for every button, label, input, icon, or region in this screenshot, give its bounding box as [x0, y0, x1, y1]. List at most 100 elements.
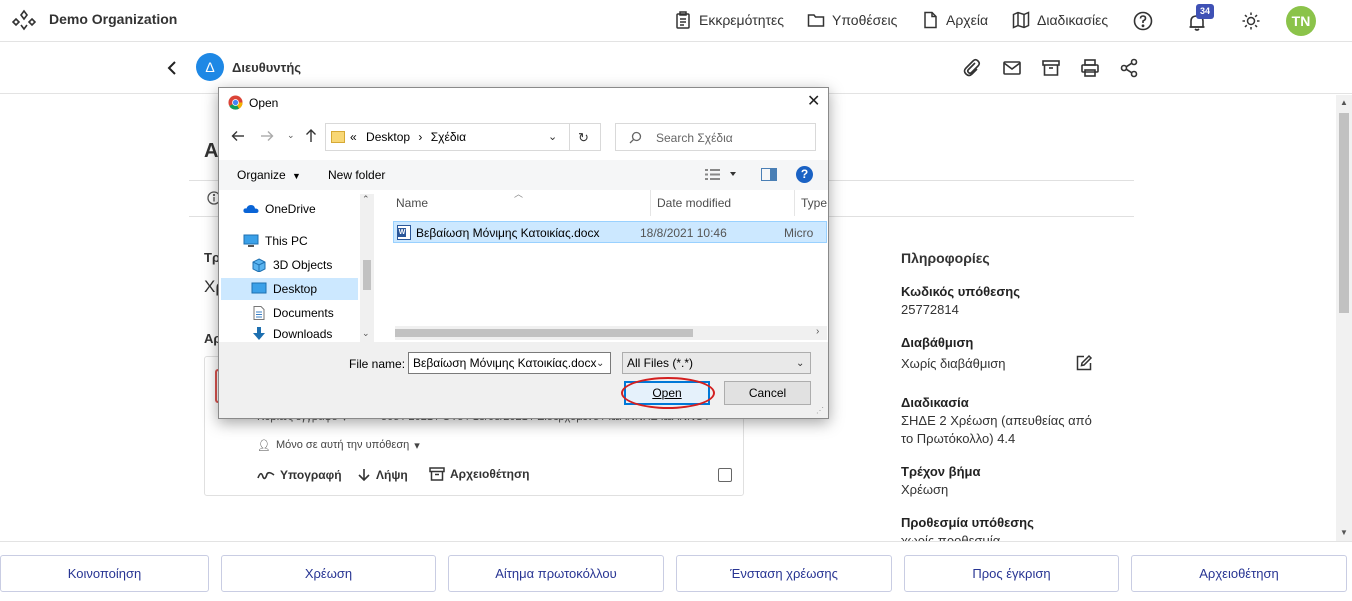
column-header-date-modified[interactable]: Date modified — [657, 196, 731, 210]
scroll-up-arrow-icon[interactable]: ⌃ — [362, 194, 370, 205]
column-divider[interactable] — [794, 190, 795, 216]
visibility-chip[interactable]: 👤︎ Μόνο σε αυτή την υπόθεση ▾ — [257, 439, 420, 452]
up-arrow-icon[interactable] — [304, 128, 318, 143]
archive-icon[interactable] — [1041, 58, 1061, 78]
sign-action[interactable]: Υπογραφή — [257, 468, 342, 482]
print-icon[interactable] — [1080, 58, 1100, 78]
breadcrumb-overflow-icon[interactable]: « — [350, 130, 357, 144]
navigation-pane-scrollbar-thumb[interactable] — [363, 260, 371, 290]
assignment-objection-button[interactable]: Ένσταση χρέωσης — [676, 555, 892, 592]
scroll-down-arrow-icon[interactable]: ▼ — [1340, 528, 1348, 537]
tree-item-desktop[interactable]: Desktop — [251, 278, 317, 300]
tree-item-onedrive[interactable]: OneDrive — [243, 198, 316, 220]
horizontal-scrollbar-thumb[interactable] — [395, 329, 693, 337]
cancel-button[interactable]: Cancel — [724, 381, 811, 405]
word-document-icon: W — [397, 225, 411, 240]
edit-pencil-icon[interactable] — [1075, 354, 1093, 372]
column-header-type[interactable]: Type — [801, 196, 827, 210]
address-bar[interactable]: « Desktop › Σχέδια ⌄ ↻ — [325, 123, 601, 151]
send-for-approval-button[interactable]: Προς έγκριση — [904, 555, 1119, 592]
page-scrollbar-thumb[interactable] — [1339, 113, 1349, 313]
organize-button[interactable]: Organize ▼ — [237, 168, 301, 182]
nav-pending-label: Εκκρεμότητες — [699, 12, 785, 28]
dialog-titlebar[interactable]: Open ✕ — [219, 88, 828, 118]
tree-item-3d-objects[interactable]: 3D Objects — [251, 254, 332, 276]
column-header-name[interactable]: Name — [396, 196, 428, 210]
preview-pane-icon[interactable] — [761, 168, 777, 181]
red-annotation-ellipse — [621, 377, 715, 409]
user-avatar[interactable]: TN — [1286, 6, 1316, 36]
dialog-footer: File name: Βεβαίωση Μόνιμης Κατοικίας.do… — [219, 342, 828, 418]
nav-cases[interactable]: Υποθέσεις — [807, 11, 897, 29]
scroll-right-arrow-icon[interactable]: › — [816, 326, 819, 337]
top-bar: Demo Organization Εκκρεμότητες Υποθέσεις… — [0, 0, 1352, 42]
breadcrumb-folder[interactable]: Σχέδια — [431, 130, 466, 144]
help-icon[interactable] — [1133, 11, 1153, 31]
tree-item-this-pc[interactable]: This PC — [243, 230, 308, 252]
download-action[interactable]: Λήψη — [357, 468, 408, 482]
download-icon — [358, 469, 370, 482]
archive-action[interactable]: Αρχειοθέτηση — [429, 466, 529, 482]
search-box[interactable]: Search Σχέδια — [615, 123, 816, 151]
refresh-icon[interactable]: ↻ — [578, 130, 589, 146]
info-panel-title: Πληροφορίες — [901, 250, 990, 266]
file-icon — [924, 11, 937, 29]
tree-item-documents[interactable]: Documents — [251, 302, 334, 324]
mail-icon[interactable] — [1002, 58, 1022, 78]
search-icon — [629, 131, 642, 144]
back-arrow-icon[interactable] — [231, 129, 245, 143]
forward-arrow-icon[interactable] — [260, 129, 274, 143]
attachment-icon[interactable] — [962, 58, 982, 78]
column-divider[interactable] — [650, 190, 651, 216]
current-step-label: Τρέχον βήμα — [901, 464, 981, 479]
procedure-value-line1: ΣΗΔΕ 2 Χρέωση (απευθείας από — [901, 413, 1092, 428]
scroll-up-arrow-icon[interactable]: ▲ — [1340, 98, 1348, 107]
map-icon — [1012, 11, 1030, 29]
back-chevron-icon[interactable] — [165, 60, 179, 76]
document-checkbox[interactable] — [718, 468, 732, 482]
protocol-request-button[interactable]: Αίτημα πρωτοκόλλου — [448, 555, 664, 592]
file-date-cell: 18/8/2021 10:46 — [640, 226, 727, 240]
nav-cases-label: Υποθέσεις — [832, 12, 898, 28]
new-folder-button[interactable]: New folder — [328, 168, 385, 182]
notify-button[interactable]: Κοινοποίηση — [0, 555, 209, 592]
classification-value: Χωρίς διαβάθμιση — [901, 356, 1006, 371]
archive-action-label: Αρχειοθέτηση — [450, 467, 530, 481]
address-dropdown-chevron-icon[interactable]: ⌄ — [548, 130, 557, 143]
view-options-icon[interactable] — [705, 168, 737, 181]
sort-ascending-icon: ︿ — [514, 189, 524, 199]
archive-icon — [429, 467, 445, 481]
tree-item-downloads[interactable]: Downloads — [251, 326, 332, 342]
file-open-dialog: Open ✕ ⌄ « Desktop › Σχέδια ⌄ ↻ Search Σ… — [218, 87, 829, 419]
theme-sun-icon[interactable] — [1241, 11, 1261, 31]
breadcrumb-desktop[interactable]: Desktop — [366, 130, 410, 144]
assign-button[interactable]: Χρέωση — [221, 555, 436, 592]
archive-case-button[interactable]: Αρχειοθέτηση — [1131, 555, 1347, 592]
help-icon[interactable]: ? — [796, 166, 813, 183]
file-type-chevron-icon[interactable]: ⌄ — [796, 358, 804, 369]
resize-grip-icon[interactable]: ⋰ — [816, 406, 824, 415]
share-icon[interactable] — [1119, 58, 1139, 78]
folder-icon — [807, 14, 825, 27]
chrome-logo-icon — [228, 95, 243, 110]
close-icon[interactable]: ✕ — [807, 94, 820, 110]
file-name-input[interactable]: Βεβαίωση Μόνιμης Κατοικίας.docx — [408, 352, 611, 374]
nav-files[interactable]: Αρχεία — [921, 11, 988, 29]
scroll-down-arrow-icon[interactable]: ⌄ — [362, 328, 370, 339]
breadcrumb-separator-icon: › — [418, 130, 423, 144]
recent-locations-chevron-icon[interactable]: ⌄ — [287, 130, 295, 141]
file-type-select[interactable]: All Files (*.*) — [622, 352, 811, 374]
file-row-selected[interactable]: W Βεβαίωση Μόνιμης Κατοικίας.docx 18/8/2… — [393, 221, 827, 243]
nav-procedures[interactable]: Διαδικασίες — [1012, 11, 1108, 29]
file-name-dropdown-chevron-icon[interactable]: ⌄ — [596, 358, 604, 369]
organization-logo-icon[interactable] — [12, 8, 36, 32]
page-scrollbar[interactable]: ▲ ▼ — [1336, 95, 1352, 541]
notification-badge: 34 — [1196, 4, 1214, 19]
organization-name[interactable]: Demo Organization — [49, 11, 177, 27]
documents-icon — [253, 306, 265, 320]
file-list-horizontal-scrollbar[interactable]: › — [395, 326, 827, 340]
navigation-pane-scrollbar[interactable]: ⌃ ⌄ — [360, 194, 374, 342]
breadcrumb: « Desktop › Σχέδια — [350, 130, 466, 144]
case-title-fragment: Α — [204, 140, 219, 162]
nav-pending[interactable]: Εκκρεμότητες — [674, 11, 784, 29]
